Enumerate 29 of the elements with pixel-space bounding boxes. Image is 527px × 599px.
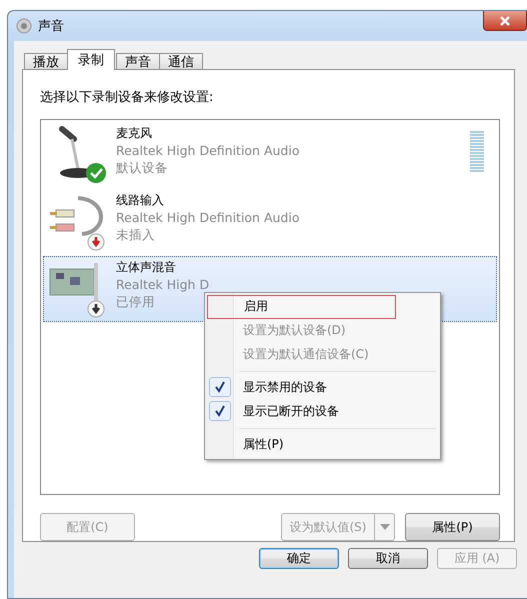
tab[interactable]: 播放 [24,53,68,70]
device-status: 未插入 [116,226,156,243]
window-title: 声音 [38,18,64,35]
device-status: 默认设备 [116,158,169,176]
tab[interactable]: 通信 [159,53,203,70]
device-name: 线路输入 [116,192,165,209]
device-status: 已停用 [116,292,156,310]
tab[interactable]: 声音 [116,53,160,70]
device-driver: Realtek High Definition Audio [116,142,300,159]
speaker-icon [16,18,32,34]
properties-button[interactable]: 属性(P) [405,513,500,541]
dialog-button[interactable]: 取消 [348,548,428,569]
device-driver: Realtek High Definition Audio [116,208,300,226]
menu-item[interactable]: 启用 [207,294,396,319]
device-driver: Realtek High D [116,276,210,293]
device-name: 立体声混音 [116,258,177,276]
audio-cable-icon [50,196,103,236]
device-row[interactable]: 线路输入 Realtek High Definition Audio 未插入 [43,188,497,255]
tab[interactable]: 录制 [67,49,115,70]
caret-icon [380,524,390,530]
menu-item[interactable]: 属性(P) [207,432,438,457]
close-button[interactable] [483,11,527,31]
device-name: 麦克风 [116,124,153,142]
menu-item[interactable]: 显示已断开的设备 [207,400,438,424]
dialog-button[interactable]: 确定 [259,548,339,569]
close-icon [499,16,511,26]
menu-item[interactable]: 显示禁用的设备 [207,376,438,400]
device-row[interactable]: 麦克风 Realtek High Definition Audio 默认设备 [43,122,497,188]
instruction-text: 选择以下录制设备来修改设置: [40,89,214,107]
